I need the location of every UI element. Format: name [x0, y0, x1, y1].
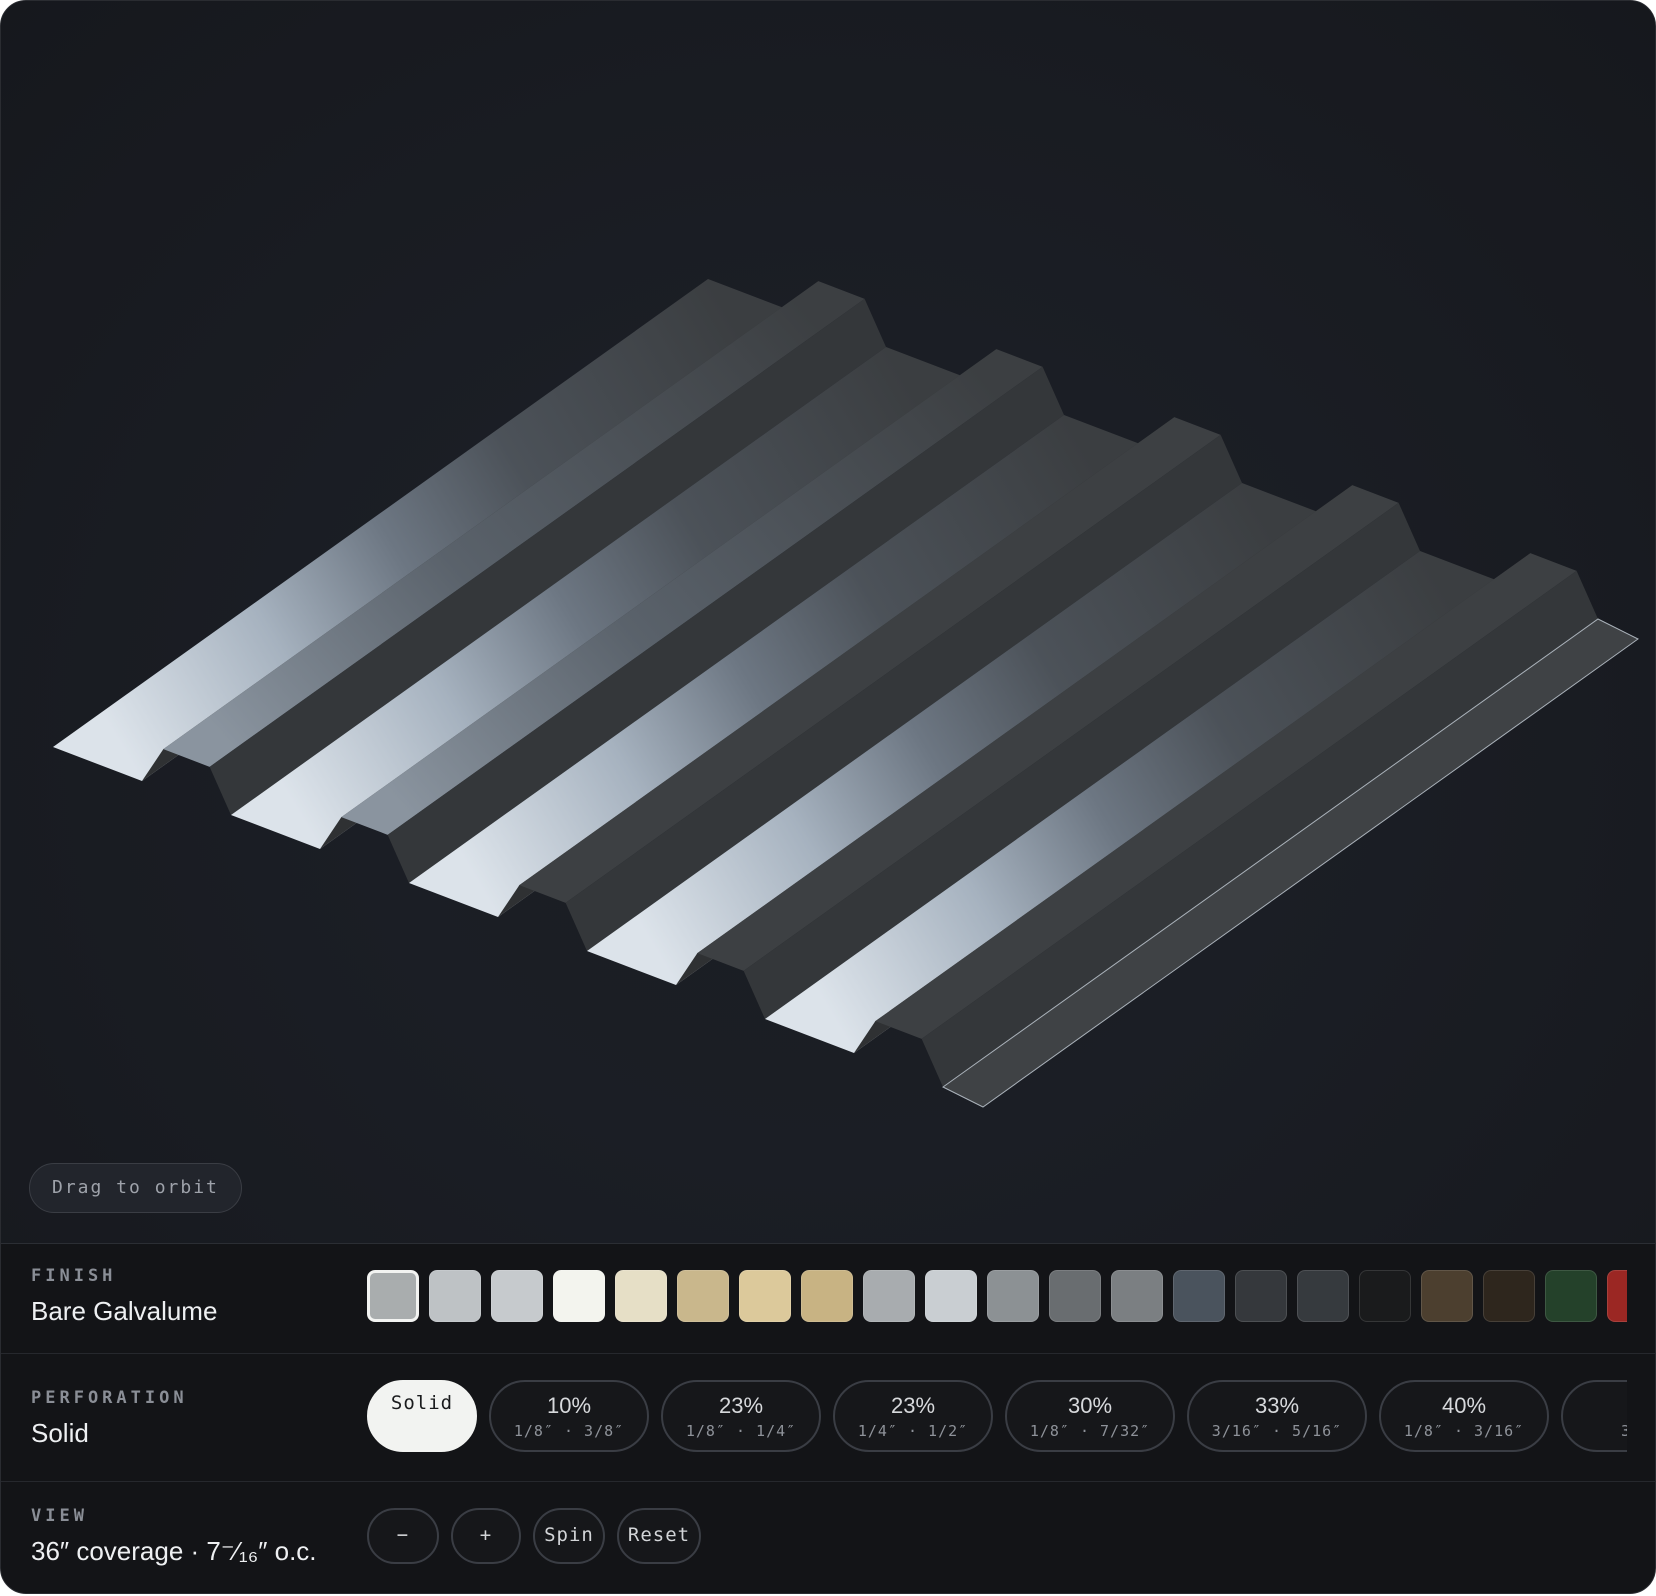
spin-button[interactable]: Spin — [533, 1508, 605, 1564]
perforation-option[interactable]: 33% 3/16″ · 5/16″ — [1187, 1380, 1367, 1452]
view-controls: − + Spin Reset — [367, 1508, 709, 1566]
finish-swatch[interactable] — [1049, 1270, 1101, 1322]
perforation-option[interactable]: 30% 1/8″ · 7/32″ — [1005, 1380, 1175, 1452]
perforation-open-area: 33% — [1254, 1393, 1300, 1418]
finish-swatch[interactable] — [677, 1270, 729, 1322]
perforation-hole-spec: 1/8″ · 7/32″ — [1029, 1422, 1151, 1440]
perforation-option-solid[interactable]: Solid — [367, 1380, 477, 1452]
configurator-window: Drag to orbit FINISH Bare Galvalume PERF… — [0, 0, 1656, 1594]
perforation-option-list: Solid 10% 1/8″ · 3/8″ 23% 1/8″ · 1/4″ 23% 1/4″… — [367, 1380, 1627, 1454]
perforation-hole-spec: 1/8″ · 3/16″ — [1403, 1422, 1525, 1440]
zoom-out-button[interactable]: − — [367, 1508, 439, 1564]
finish-swatch[interactable] — [987, 1270, 1039, 1322]
finish-swatch[interactable] — [1483, 1270, 1535, 1322]
perforation-option[interactable]: 23% 1/8″ · 1/4″ — [661, 1380, 821, 1452]
roof-panel-render — [53, 279, 1639, 1108]
3d-viewport[interactable]: Drag to orbit — [1, 1, 1655, 1244]
finish-swatch[interactable] — [1173, 1270, 1225, 1322]
perforation-hole-spec: 1/4″ · 1/2″ — [857, 1422, 969, 1440]
perforation-open-area: 10% — [546, 1393, 592, 1418]
finish-swatch[interactable] — [1297, 1270, 1349, 1322]
perforation-option-label: Solid — [390, 1392, 454, 1414]
perforation-open-area: 4 — [1563, 1393, 1627, 1419]
finish-swatch[interactable] — [863, 1270, 915, 1322]
perforation-open-area: 23% — [718, 1393, 764, 1418]
finish-swatch[interactable] — [1421, 1270, 1473, 1322]
coverage-value: 36″ coverage · 7⁻⁄₁₆″ o.c. — [31, 1536, 317, 1566]
perforation-option[interactable]: 4 3/8″ — [1561, 1380, 1627, 1452]
finish-swatch[interactable] — [615, 1270, 667, 1322]
perforation-open-area: 30% — [1067, 1393, 1113, 1418]
drag-to-orbit-hint: Drag to orbit — [29, 1163, 242, 1213]
finish-row: FINISH Bare Galvalume — [1, 1244, 1655, 1354]
finish-swatch[interactable] — [739, 1270, 791, 1322]
finish-swatch[interactable] — [801, 1270, 853, 1322]
perforation-hole-spec: 3/16″ · 5/16″ — [1211, 1422, 1343, 1440]
perforation-hole-spec: 1/8″ · 1/4″ — [685, 1422, 797, 1440]
finish-swatch[interactable] — [491, 1270, 543, 1322]
finish-swatch[interactable] — [1359, 1270, 1411, 1322]
perforation-open-area: 23% — [890, 1393, 936, 1418]
view-label: VIEW — [31, 1506, 88, 1526]
perforation-option[interactable]: 10% 1/8″ · 3/8″ — [489, 1380, 649, 1452]
finish-swatch-list — [367, 1270, 1627, 1324]
perforation-value: Solid — [31, 1418, 89, 1448]
finish-swatch[interactable] — [1111, 1270, 1163, 1322]
perforation-option[interactable]: 23% 1/4″ · 1/2″ — [833, 1380, 993, 1452]
finish-swatch[interactable] — [553, 1270, 605, 1322]
finish-swatch[interactable] — [367, 1270, 419, 1322]
perforation-row: PERFORATION Solid Solid 10% 1/8″ · 3/8″ 23%… — [1, 1354, 1655, 1482]
finish-swatch[interactable] — [1607, 1270, 1627, 1322]
finish-swatch[interactable] — [1235, 1270, 1287, 1322]
zoom-in-button[interactable]: + — [451, 1508, 521, 1564]
finish-label: FINISH — [31, 1266, 117, 1286]
perforation-option[interactable]: 40% 1/8″ · 3/16″ — [1379, 1380, 1549, 1452]
perforation-hole-spec: 1/8″ · 3/8″ — [513, 1422, 625, 1440]
finish-value: Bare Galvalume — [31, 1296, 218, 1326]
finish-swatch[interactable] — [925, 1270, 977, 1322]
reset-button[interactable]: Reset — [617, 1508, 701, 1564]
perforation-hole-spec: 3/8″ — [1563, 1422, 1627, 1440]
perforation-label: PERFORATION — [31, 1388, 188, 1408]
perforation-open-area: 40% — [1441, 1393, 1487, 1418]
panel-geometry — [53, 279, 1639, 1108]
view-row: VIEW 36″ coverage · 7⁻⁄₁₆″ o.c. − + Spin… — [1, 1482, 1655, 1593]
finish-swatch[interactable] — [1545, 1270, 1597, 1322]
finish-swatch[interactable] — [429, 1270, 481, 1322]
